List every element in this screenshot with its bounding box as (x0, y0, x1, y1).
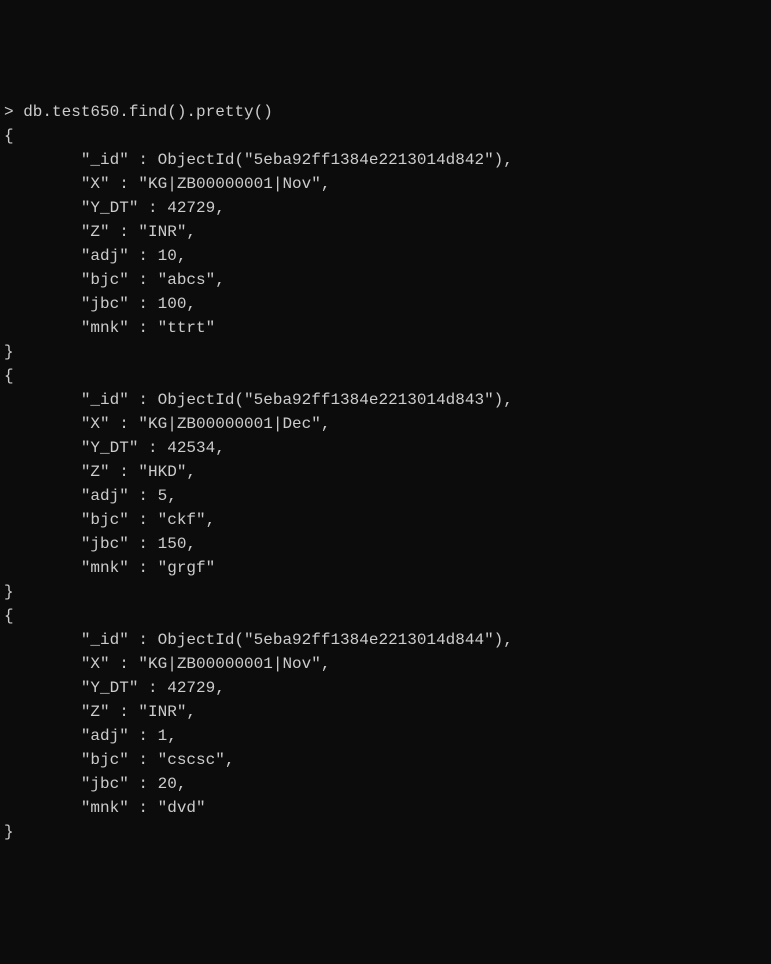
json-field-line: "Z" : "INR", (4, 703, 196, 721)
json-close-brace: } (4, 583, 14, 601)
command-prompt: > db.test650.find().pretty() (4, 103, 273, 121)
json-open-brace: { (4, 127, 14, 145)
json-close-brace: } (4, 823, 14, 841)
json-field-line: "X" : "KG|ZB00000001|Nov", (4, 655, 330, 673)
json-field-line: "mnk" : "grgf" (4, 559, 215, 577)
json-field-line: "Z" : "HKD", (4, 463, 196, 481)
json-field-line: "adj" : 5, (4, 487, 177, 505)
json-field-line: "_id" : ObjectId("5eba92ff1384e2213014d8… (4, 391, 513, 409)
json-field-line: "mnk" : "ttrt" (4, 319, 215, 337)
json-close-brace: } (4, 343, 14, 361)
json-field-line: "Y_DT" : 42534, (4, 439, 225, 457)
json-field-line: "adj" : 1, (4, 727, 177, 745)
json-field-line: "Y_DT" : 42729, (4, 679, 225, 697)
json-field-line: "bjc" : "abcs", (4, 271, 225, 289)
json-field-line: "_id" : ObjectId("5eba92ff1384e2213014d8… (4, 151, 513, 169)
json-field-line: "X" : "KG|ZB00000001|Dec", (4, 415, 330, 433)
json-open-brace: { (4, 367, 14, 385)
json-field-line: "Z" : "INR", (4, 223, 196, 241)
json-field-line: "Y_DT" : 42729, (4, 199, 225, 217)
json-field-line: "bjc" : "ckf", (4, 511, 215, 529)
json-field-line: "jbc" : 20, (4, 775, 186, 793)
json-field-line: "mnk" : "dvd" (4, 799, 206, 817)
json-field-line: "jbc" : 150, (4, 535, 196, 553)
json-open-brace: { (4, 607, 14, 625)
json-field-line: "_id" : ObjectId("5eba92ff1384e2213014d8… (4, 631, 513, 649)
json-field-line: "bjc" : "cscsc", (4, 751, 234, 769)
json-field-line: "X" : "KG|ZB00000001|Nov", (4, 175, 330, 193)
terminal-output: > db.test650.find().pretty() { "_id" : O… (4, 100, 767, 844)
json-field-line: "jbc" : 100, (4, 295, 196, 313)
json-field-line: "adj" : 10, (4, 247, 186, 265)
